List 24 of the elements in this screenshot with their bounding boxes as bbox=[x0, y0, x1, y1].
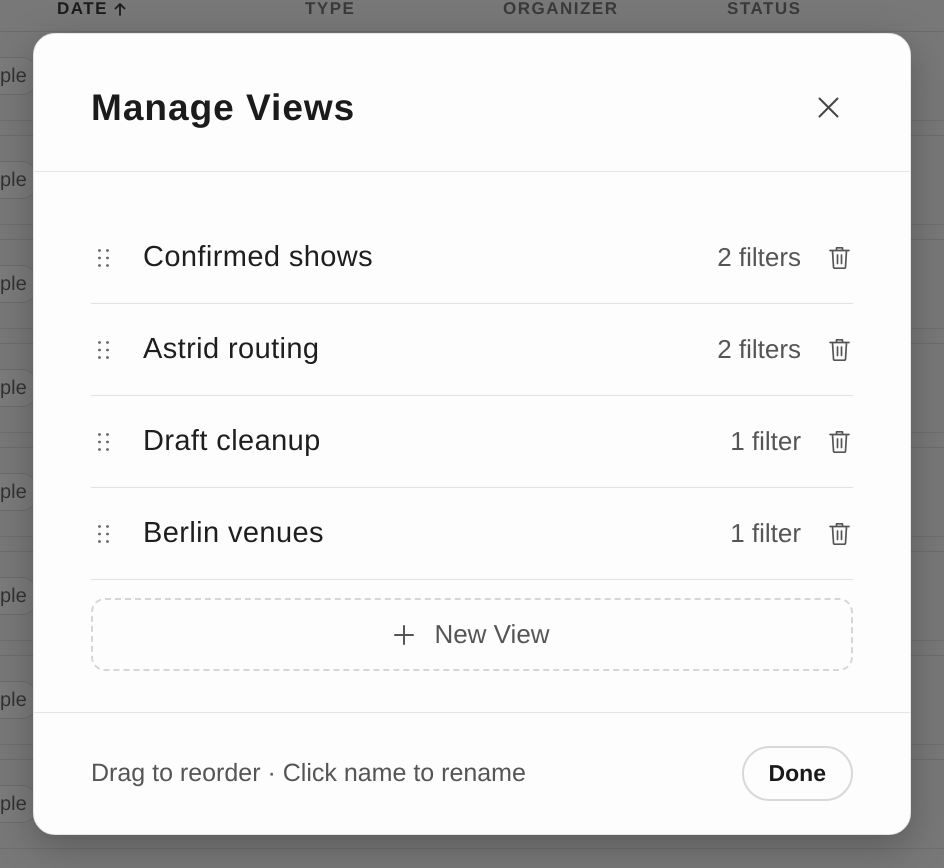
trash-icon[interactable] bbox=[829, 430, 850, 453]
view-name[interactable]: Draft cleanup bbox=[143, 425, 730, 458]
help-text: Drag to reorder · Click name to rename bbox=[91, 759, 526, 788]
trash-icon[interactable] bbox=[829, 338, 850, 361]
filter-count: 2 filters bbox=[717, 334, 801, 365]
view-name[interactable]: Berlin venues bbox=[143, 517, 730, 550]
trash-icon[interactable] bbox=[829, 246, 850, 269]
sort-arrow-icon bbox=[114, 2, 126, 16]
filter-count: 2 filters bbox=[717, 242, 801, 273]
done-button[interactable]: Done bbox=[742, 746, 853, 801]
filter-count: 1 filter bbox=[730, 426, 801, 457]
dialog-title: Manage Views bbox=[91, 86, 356, 128]
view-name[interactable]: Astrid routing bbox=[143, 333, 718, 366]
close-icon[interactable] bbox=[818, 97, 839, 118]
filter-count: 1 filter bbox=[730, 518, 801, 549]
drag-handle-icon[interactable] bbox=[98, 340, 109, 358]
trash-icon[interactable] bbox=[829, 522, 850, 545]
drag-handle-icon[interactable] bbox=[98, 248, 109, 266]
plus-icon bbox=[394, 624, 414, 644]
column-header[interactable]: DATE bbox=[57, 0, 108, 17]
view-name[interactable]: Confirmed shows bbox=[143, 241, 718, 274]
drag-handle-icon[interactable] bbox=[98, 524, 109, 542]
new-view-button[interactable]: New View bbox=[91, 598, 853, 671]
drag-handle-icon[interactable] bbox=[98, 432, 109, 450]
